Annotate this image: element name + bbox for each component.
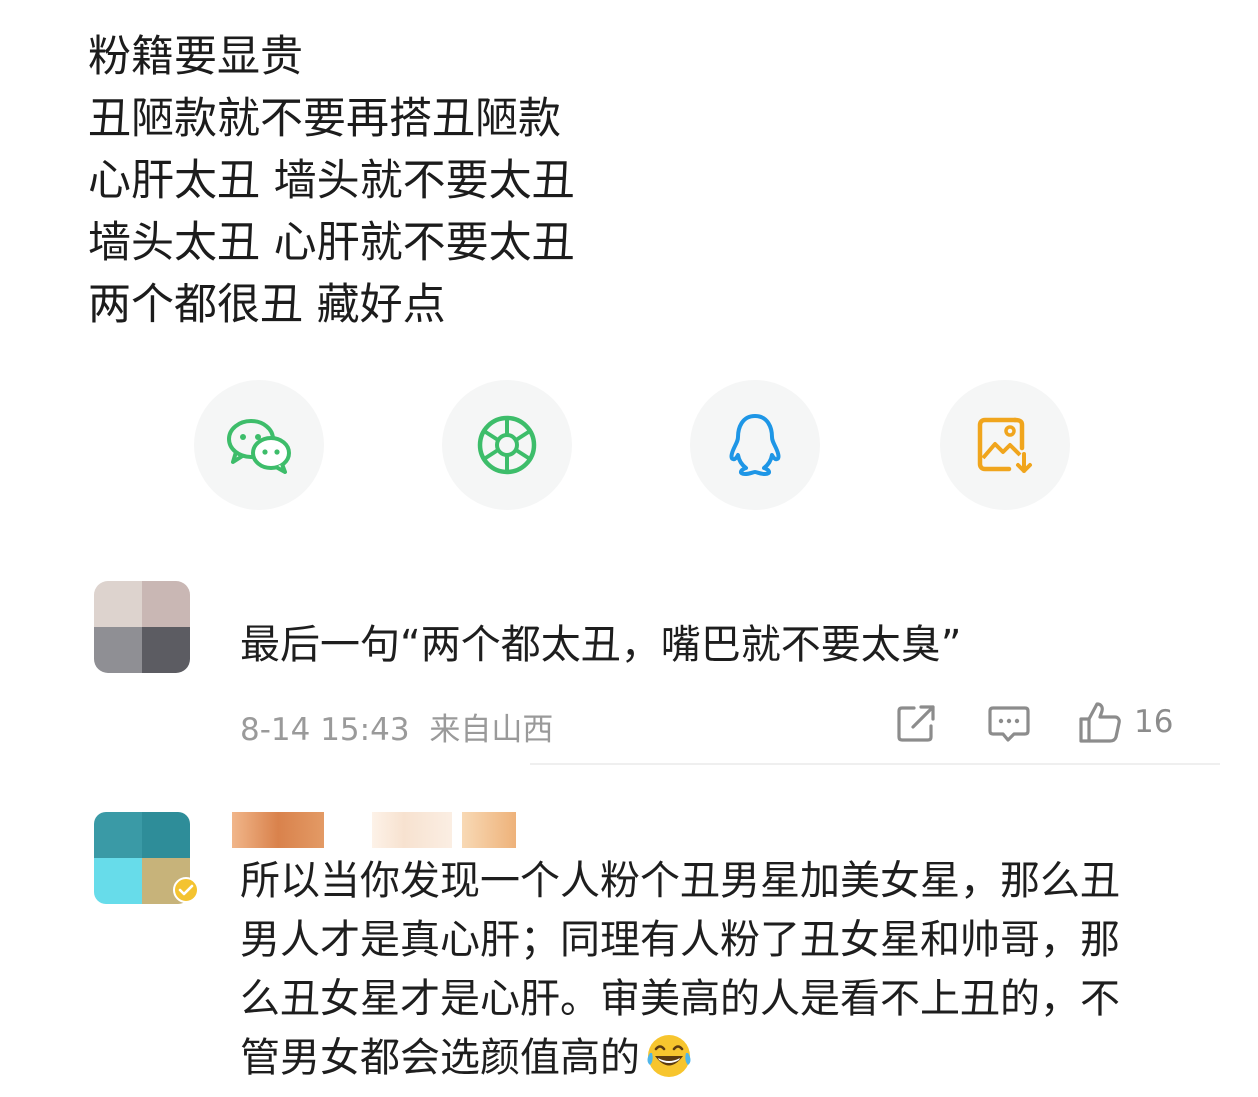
save-image-button[interactable]	[940, 380, 1070, 510]
comment-divider	[530, 763, 1220, 765]
repost-icon	[897, 705, 935, 742]
verified-badge-icon	[173, 877, 199, 903]
avatar-pixel	[94, 858, 142, 904]
comment-location: 来自山西	[429, 712, 554, 748]
share-qq-button[interactable]	[690, 380, 820, 510]
username-blurred	[372, 812, 452, 848]
post-line: 两个都很丑 藏好点	[88, 280, 446, 330]
moments-icon	[477, 415, 537, 475]
post-line: 心肝太丑 墙头就不要太丑	[88, 156, 575, 206]
reply-button[interactable]	[988, 704, 1030, 744]
comment-text-line: 所以当你发现一个人粉个丑男星加美女星，那么丑	[240, 858, 1120, 904]
avatar-pixel	[142, 812, 190, 858]
post-line: 丑陋款就不要再搭丑陋款	[88, 94, 561, 144]
comment-text: 最后一句“两个都太丑，嘴巴就不要太臭”	[240, 622, 962, 668]
share-moments-button[interactable]	[442, 380, 572, 510]
like-count: 16	[1134, 704, 1174, 740]
comment-timestamp: 8-14 15:43	[240, 712, 410, 748]
comment-icon	[988, 706, 1030, 742]
share-wechat-button[interactable]	[194, 380, 324, 510]
share-bar	[0, 380, 1258, 510]
avatar-pixel	[142, 581, 190, 627]
avatar[interactable]	[94, 581, 190, 673]
weibo-post-page: 粉籍要显贵 丑陋款就不要再搭丑陋款 心肝太丑 墙头就不要太丑 墙头太丑 心肝就不…	[0, 0, 1258, 1097]
save-image-icon	[977, 417, 1032, 473]
post-line: 墙头太丑 心肝就不要太丑	[88, 218, 575, 268]
wechat-icon	[227, 419, 291, 474]
username-blurred	[462, 812, 516, 848]
qq-icon	[729, 414, 781, 476]
comment-text-line: 管男女都会选颜值高的	[240, 1035, 640, 1081]
comment-text-last: 管男女都会选颜值高的	[240, 1029, 694, 1088]
avatar-pixel	[94, 812, 142, 858]
laughing-tears-emoji	[647, 1035, 691, 1077]
repost-button[interactable]	[896, 703, 938, 743]
post-line: 粉籍要显贵	[88, 32, 303, 82]
thumbs-up-icon	[1079, 702, 1121, 743]
username-blurred[interactable]	[232, 812, 324, 848]
comment-meta: 8-14 15:43 来自山西	[240, 704, 553, 749]
avatar-pixel	[94, 627, 142, 673]
comment-text-line: 男人才是真心肝；同理有人粉了丑女星和帅哥，那	[240, 917, 1120, 963]
like-button[interactable]: 16	[1078, 700, 1173, 744]
avatar-pixel	[94, 581, 142, 627]
comment-text-line: 么丑女星才是心肝。审美高的人是看不上丑的，不	[240, 976, 1120, 1022]
avatar-pixel	[142, 627, 190, 673]
post-body: 粉籍要显贵 丑陋款就不要再搭丑陋款 心肝太丑 墙头就不要太丑 墙头太丑 心肝就不…	[88, 26, 988, 336]
